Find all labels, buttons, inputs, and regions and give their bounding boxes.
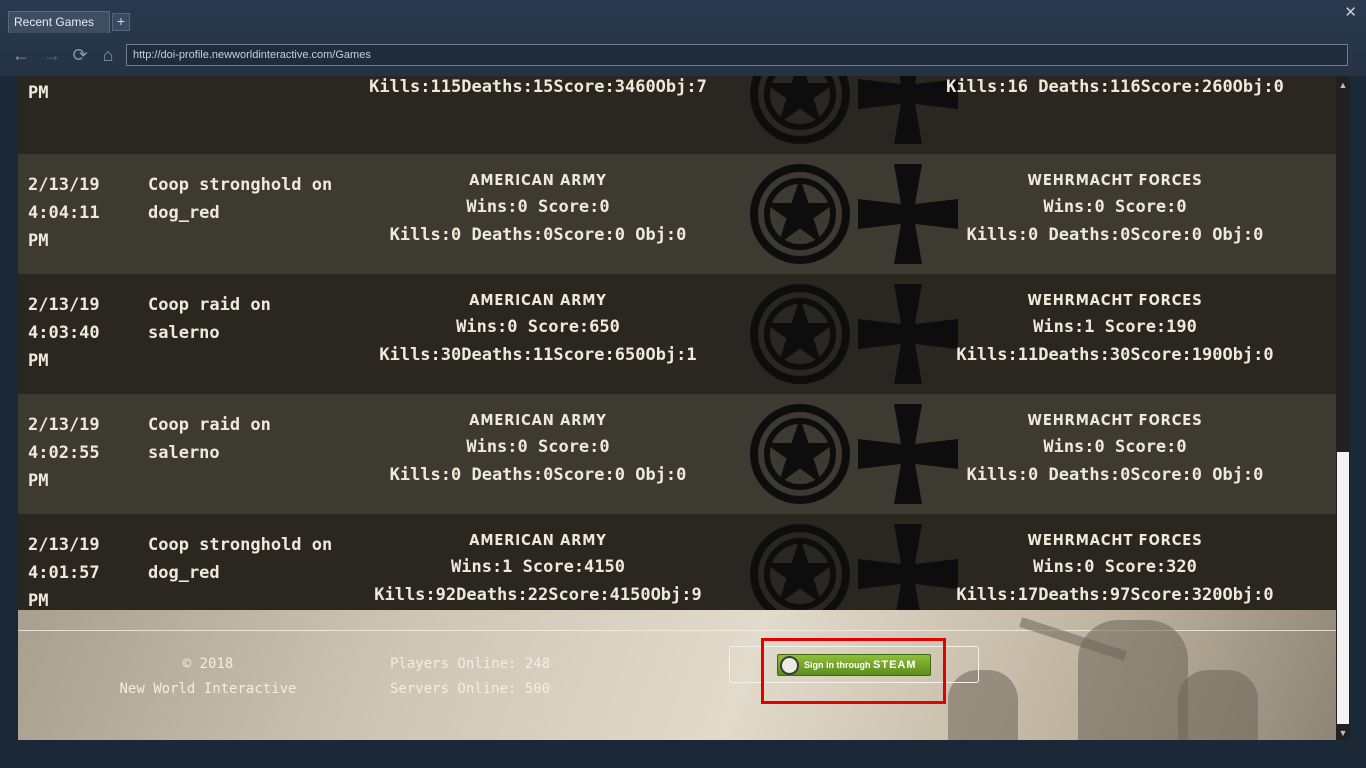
game-mode: Coop stronghold on dog_red <box>148 175 333 223</box>
team-record: Wins:0 Score:320 <box>1033 557 1197 577</box>
new-tab-button[interactable]: + <box>112 13 130 31</box>
forward-arrow-icon[interactable]: → <box>42 45 62 65</box>
team-stats: Kills:11Deaths:30Score:190Obj:0 <box>956 345 1274 365</box>
company-name: New World Interactive <box>119 681 297 697</box>
team-american: AMERICAN ARMY Wins:0 Score:0 Kills:0 Dea… <box>338 171 738 249</box>
scroll-up-arrow-icon[interactable]: ▲ <box>1336 80 1350 90</box>
team-name: WEHRMACHT FORCES <box>1027 531 1203 549</box>
team-record: Wins:1 Score:4150 <box>451 557 625 577</box>
team-wehrmacht: WEHRMACHT FORCES Wins:0 Score:0 Kills:0 … <box>915 411 1315 489</box>
url-bar[interactable]: http://doi-profile.newworldinteractive.c… <box>126 44 1348 66</box>
team-name: AMERICAN ARMY <box>469 171 607 189</box>
game-mode: Coop raid on salerno <box>148 415 271 463</box>
window-border-bottom <box>0 740 1366 768</box>
servers-online: Servers Online: 500 <box>390 681 551 697</box>
window-border-right <box>1350 76 1366 768</box>
team-wehrmacht: WEHRMACHT FORCES Wins:1 Score:190 Kills:… <box>915 291 1315 369</box>
team-record: Wins:1 Score:190 <box>1033 317 1197 337</box>
team-wehrmacht: Kills:16 Deaths:116Score:260Obj:0 <box>915 76 1315 101</box>
team-stats: Kills:0 Deaths:0Score:0 Obj:0 <box>966 465 1264 485</box>
team-name: AMERICAN ARMY <box>469 411 607 429</box>
red-highlight-box <box>761 638 946 704</box>
team-american: AMERICAN ARMY Wins:0 Score:0 Kills:0 Dea… <box>338 411 738 489</box>
team-wehrmacht: WEHRMACHT FORCES Wins:0 Score:0 Kills:0 … <box>915 171 1315 249</box>
close-icon[interactable]: ✕ <box>1344 3 1357 21</box>
allied-star-icon <box>750 524 850 624</box>
team-name: AMERICAN ARMY <box>469 531 607 549</box>
soldier-silhouette <box>1078 620 1188 740</box>
footer: © 2018 New World Interactive Players Onl… <box>18 610 1336 740</box>
browser-chrome: Recent Games + ✕ ← → ⟳ ⌂ http://doi-prof… <box>0 0 1366 76</box>
allied-star-icon <box>750 404 850 504</box>
back-arrow-icon[interactable]: ← <box>11 45 31 65</box>
games-list: PM breville Kills:115Deaths:15Score:3460… <box>18 76 1336 634</box>
team-stats: Kills:115Deaths:15Score:3460Obj:7 <box>369 77 707 97</box>
server-stats: Players Online: 248 Servers Online: 500 <box>390 652 550 702</box>
home-icon[interactable]: ⌂ <box>98 45 118 65</box>
game-date: 2/13/19 4:04:11 PM <box>28 175 100 251</box>
team-stats: Kills:16 Deaths:116Score:260Obj:0 <box>946 77 1284 97</box>
game-mode: Coop stronghold on dog_red <box>148 535 333 583</box>
game-row[interactable]: 2/13/19 4:04:11 PM Coop stronghold on do… <box>18 154 1336 274</box>
game-date: 2/13/19 4:03:40 PM <box>28 295 100 371</box>
team-stats: Kills:0 Deaths:0Score:0 Obj:0 <box>389 225 687 245</box>
game-mode: breville <box>148 76 348 79</box>
game-date: 2/13/19 4:01:57 PM <box>28 535 100 611</box>
scrollbar-thumb[interactable] <box>1337 452 1349 724</box>
copyright-year: © 2018 <box>182 656 234 672</box>
team-stats: Kills:0 Deaths:0Score:0 Obj:0 <box>966 225 1264 245</box>
tab-recent-games[interactable]: Recent Games <box>8 11 110 33</box>
game-date: PM <box>28 83 49 103</box>
team-name: WEHRMACHT FORCES <box>1027 411 1203 429</box>
team-american: Kills:115Deaths:15Score:3460Obj:7 <box>338 76 738 101</box>
team-american: AMERICAN ARMY Wins:1 Score:4150 Kills:92… <box>338 531 738 609</box>
team-stats: Kills:0 Deaths:0Score:0 Obj:0 <box>389 465 687 485</box>
page-viewport: PM breville Kills:115Deaths:15Score:3460… <box>18 76 1336 740</box>
allied-star-icon <box>750 76 850 144</box>
team-american: AMERICAN ARMY Wins:0 Score:650 Kills:30D… <box>338 291 738 369</box>
soldier-silhouette <box>1178 670 1258 740</box>
game-row[interactable]: 2/13/19 4:03:40 PM Coop raid on salerno … <box>18 274 1336 394</box>
game-row[interactable]: PM breville Kills:115Deaths:15Score:3460… <box>18 76 1336 154</box>
team-name: WEHRMACHT FORCES <box>1027 171 1203 189</box>
scrollbar[interactable]: ▲ ▼ <box>1336 76 1350 740</box>
game-row[interactable]: 2/13/19 4:02:55 PM Coop raid on salerno … <box>18 394 1336 514</box>
team-name: WEHRMACHT FORCES <box>1027 291 1203 309</box>
team-record: Wins:0 Score:650 <box>456 317 620 337</box>
team-name: AMERICAN ARMY <box>469 291 607 309</box>
team-stats: Kills:92Deaths:22Score:4150Obj:9 <box>374 585 702 605</box>
team-record: Wins:0 Score:0 <box>1043 437 1187 457</box>
team-stats: Kills:30Deaths:11Score:650Obj:1 <box>379 345 697 365</box>
reload-icon[interactable]: ⟳ <box>70 45 90 65</box>
game-date: 2/13/19 4:02:55 PM <box>28 415 100 491</box>
allied-star-icon <box>750 164 850 264</box>
scroll-down-arrow-icon[interactable]: ▼ <box>1336 728 1350 738</box>
team-record: Wins:0 Score:0 <box>466 437 610 457</box>
game-mode: Coop raid on salerno <box>148 295 271 343</box>
team-record: Wins:0 Score:0 <box>466 197 610 217</box>
allied-star-icon <box>750 284 850 384</box>
team-wehrmacht: WEHRMACHT FORCES Wins:0 Score:320 Kills:… <box>915 531 1315 609</box>
team-record: Wins:0 Score:0 <box>1043 197 1187 217</box>
players-online: Players Online: 248 <box>390 656 551 672</box>
copyright: © 2018 New World Interactive <box>88 652 328 702</box>
team-stats: Kills:17Deaths:97Score:320Obj:0 <box>956 585 1274 605</box>
